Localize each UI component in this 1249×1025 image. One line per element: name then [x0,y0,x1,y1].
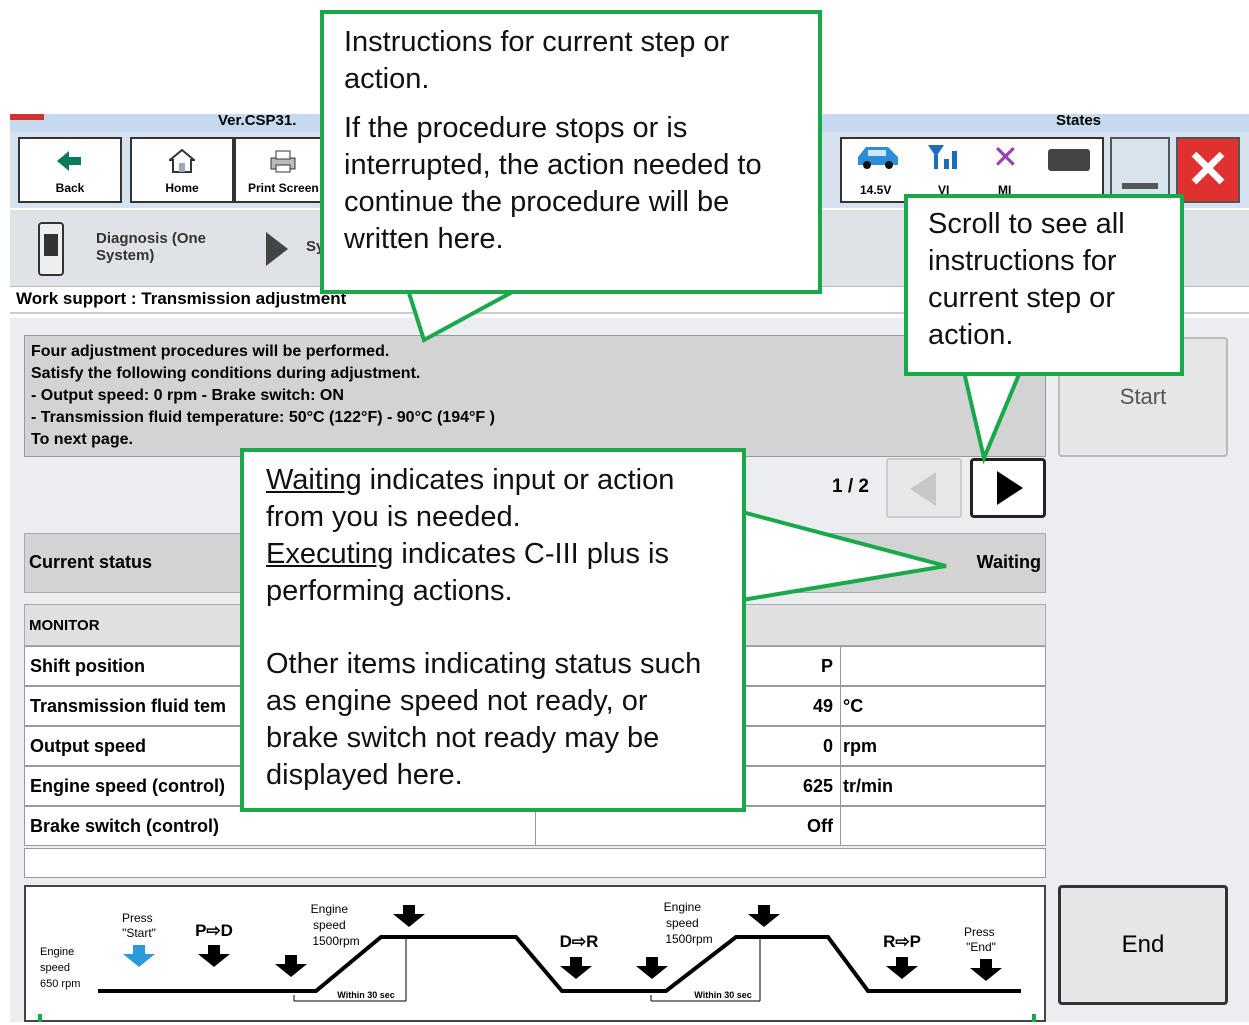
waiting-term: Waiting [266,464,362,496]
callout-pointer-scroll [961,370,1024,465]
callout-instructions-text-2: If the procedure stops or is interrupted… [344,112,762,255]
callout-instructions: Instructions for current step or action.… [320,10,822,294]
callout-instructions-text-1: Instructions for current step or action. [344,26,730,95]
other-status-description: Other items indicating status such as en… [266,648,702,791]
executing-term: Executing [266,538,394,570]
callout-status: Waiting indicates input or action from y… [240,448,746,812]
callout-pointer-instructions [405,288,517,343]
callout-pointer-status [740,509,947,603]
callout-scroll: Scroll to see all instructions for curre… [904,194,1184,376]
